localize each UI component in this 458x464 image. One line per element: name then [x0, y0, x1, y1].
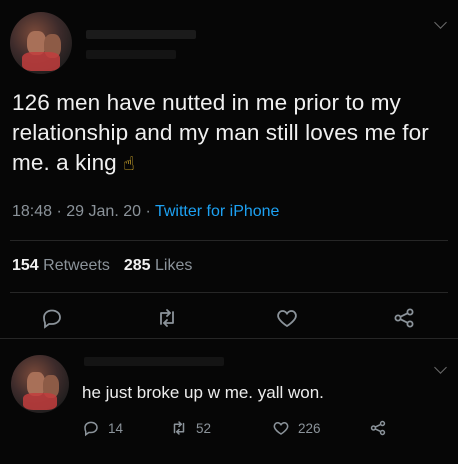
divider — [10, 240, 448, 241]
tweet-actions — [0, 300, 458, 334]
reply-replies[interactable]: 14 — [82, 417, 123, 439]
tweet-client-link[interactable]: Twitter for iPhone — [155, 203, 280, 220]
retweets-stat[interactable]: 154 Retweets — [12, 257, 110, 274]
reply-icon[interactable] — [40, 306, 64, 330]
redacted-username — [84, 357, 224, 366]
divider — [0, 338, 458, 339]
divider — [10, 292, 448, 293]
chevron-down-icon[interactable] — [434, 361, 447, 374]
pointing-up-hand-icon: ☝ — [122, 154, 135, 175]
tweet-time: 18:48 — [12, 203, 53, 220]
share-icon[interactable] — [392, 306, 416, 330]
likes-stat[interactable]: 285 Likes — [124, 257, 193, 274]
reply-likes[interactable]: 226 — [272, 417, 321, 439]
like-heart-icon — [273, 421, 289, 435]
main-tweet: 126 men have nutted in me prior to my re… — [0, 0, 458, 340]
avatar[interactable] — [11, 355, 69, 413]
reply-tweet[interactable]: he just broke up w me. yall won. 14 52 2… — [0, 341, 458, 464]
tweet-meta: 18:48 · 29 Jan. 20 · Twitter for iPhone — [12, 203, 280, 220]
tweet-stats: 154 Retweets 285 Likes — [12, 257, 192, 275]
retweet-icon — [173, 421, 185, 435]
chevron-down-icon[interactable] — [434, 16, 447, 29]
reply-text: he just broke up w me. yall won. — [82, 383, 324, 402]
reply-share[interactable] — [369, 417, 395, 439]
redacted-handle — [86, 50, 176, 59]
reply-actions: 14 52 226 — [82, 417, 442, 441]
tweet-text: 126 men have nutted in me prior to my re… — [12, 88, 432, 180]
retweet-icon[interactable] — [155, 306, 179, 330]
tweet-date: 29 Jan. 20 — [66, 203, 142, 220]
reply-retweets[interactable]: 52 — [170, 417, 211, 439]
like-heart-icon[interactable] — [275, 306, 299, 330]
reply-icon — [84, 421, 98, 437]
share-icon — [370, 420, 386, 436]
avatar[interactable] — [10, 12, 72, 74]
redacted-username — [86, 30, 196, 39]
